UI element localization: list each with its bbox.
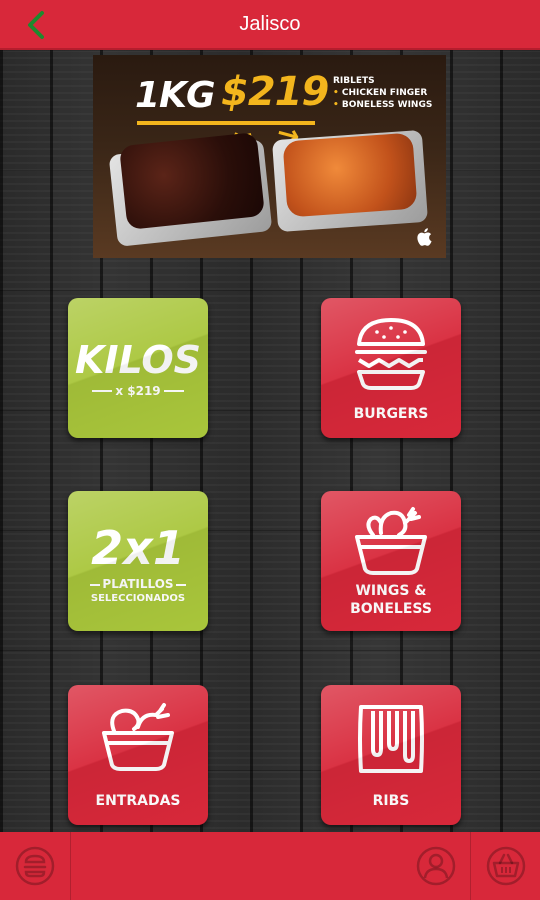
divider	[470, 832, 471, 900]
2x1-title: 2x1	[91, 521, 185, 575]
bottom-navigation	[0, 832, 540, 900]
divider	[176, 584, 186, 586]
wings-boneless-tile[interactable]: WINGS & BONELESS	[321, 491, 461, 631]
entradas-tile[interactable]: ENTRADAS	[68, 685, 208, 825]
burger-icon	[355, 318, 427, 390]
entradas-label: ENTRADAS	[95, 793, 181, 809]
kilos-title: KILOS	[74, 338, 202, 382]
page-title: Jalisco	[239, 13, 301, 35]
ribs-label: RIBS	[372, 793, 410, 809]
ribs-tile[interactable]: RIBS	[321, 685, 461, 825]
banner-price: $219	[221, 69, 329, 115]
kilos-tile[interactable]: KILOS x $219	[68, 298, 208, 438]
user-icon	[416, 846, 456, 886]
chicken-basket-icon	[102, 703, 174, 771]
banner-item: RIBLETS	[333, 76, 375, 86]
wings-label-line-2: BONELESS	[350, 601, 432, 617]
2x1-subtitle-2: SELECCIONADOS	[90, 593, 186, 604]
profile-button[interactable]	[416, 846, 456, 886]
banner-item: BONELESS WINGS	[333, 99, 432, 111]
burgers-label: BURGERS	[353, 406, 429, 422]
menu-button[interactable]	[15, 846, 55, 886]
apple-icon	[417, 228, 432, 246]
app-header: Jalisco	[0, 0, 540, 50]
divider	[70, 832, 71, 900]
ribs-icon	[358, 705, 424, 773]
promo-banner[interactable]: 1KG $219 RIBLETS CHICKEN FINGER BONELESS…	[93, 55, 446, 258]
divider	[164, 390, 184, 392]
kilos-price: x $219	[115, 384, 161, 398]
riblets-image	[118, 132, 266, 230]
cart-button[interactable]	[486, 846, 526, 886]
2x1-subtitle: PLATILLOS	[102, 577, 174, 591]
burger-menu-icon	[15, 846, 55, 886]
banner-item: CHICKEN FINGER	[333, 87, 432, 99]
basket-icon	[486, 846, 526, 886]
2x1-tile[interactable]: 2x1 PLATILLOS SELECCIONADOS	[68, 491, 208, 631]
boneless-wings-image	[282, 132, 418, 218]
wings-label-line-1: WINGS &	[355, 583, 427, 599]
banner-items: RIBLETS CHICKEN FINGER BONELESS WINGS	[333, 75, 432, 111]
wings-basket-icon	[355, 507, 427, 575]
banner-headline: 1KG	[135, 75, 215, 116]
burgers-tile[interactable]: BURGERS	[321, 298, 461, 438]
